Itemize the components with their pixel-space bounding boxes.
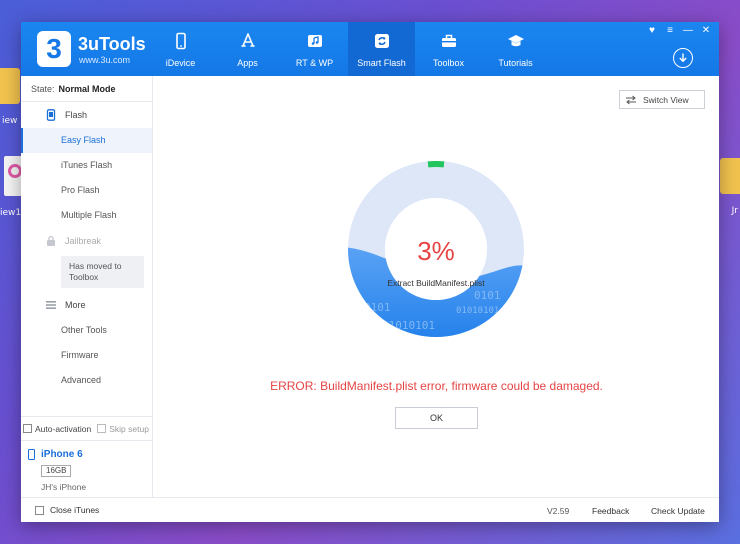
sidebar-item-other-tools[interactable]: Other Tools: [21, 318, 152, 343]
phone-icon: [46, 109, 56, 121]
phone-icon: [175, 32, 186, 50]
phone-icon: [28, 449, 35, 460]
download-icon: [679, 53, 687, 63]
sidebar-item-firmware[interactable]: Firmware: [21, 343, 152, 368]
folder-icon[interactable]: [720, 158, 740, 194]
close-itunes-option[interactable]: Close iTunes: [35, 505, 99, 515]
minimize-icon[interactable]: —: [681, 24, 695, 37]
sidebar-item-itunes-flash[interactable]: iTunes Flash: [21, 153, 152, 178]
music-icon: [307, 35, 322, 47]
logo-digit: 3: [46, 33, 62, 64]
nav-toolbox[interactable]: Toolbox: [415, 22, 482, 76]
sidebar: State: Normal Mode Flash Easy Flash iTune…: [21, 76, 153, 497]
device-panel: iPhone 6 16GB JH's iPhone: [21, 440, 153, 497]
device-capacity: 16GB: [41, 465, 72, 477]
toolbox-icon: [441, 34, 456, 47]
brand-name: 3uTools: [78, 34, 146, 54]
main-nav: iDevice Apps RT & WP Smart Flash Toolbox…: [147, 22, 549, 76]
bottom-bar: Close iTunes V2.59 Feedback Check Update: [21, 497, 719, 522]
nav-label: Smart Flash: [357, 58, 406, 68]
jailbreak-note: Has moved to Toolbox: [61, 256, 144, 288]
section-title: Flash: [65, 110, 88, 120]
state-value: Normal Mode: [58, 84, 116, 94]
ok-button[interactable]: OK: [395, 407, 478, 429]
binary-text: 01010101: [382, 319, 435, 332]
error-message: ERROR: BuildManifest.plist error, firmwa…: [270, 379, 603, 393]
state-label: State:: [31, 84, 55, 94]
lock-icon: [47, 235, 55, 246]
top-bar: 3 3uTools www.3u.com iDevice Apps RT & W…: [21, 22, 719, 76]
section-title: More: [65, 300, 86, 310]
nav-smart-flash[interactable]: Smart Flash: [348, 22, 415, 76]
close-itunes-checkbox[interactable]: [35, 505, 44, 515]
switch-icon: [626, 95, 636, 104]
progress-percent: 3%: [417, 236, 455, 266]
binary-text: 01010101: [456, 306, 499, 316]
desktop-label: Jr: [731, 206, 738, 216]
feedback-link[interactable]: Feedback: [592, 506, 629, 516]
desktop-left-icons: iew iew1: [0, 60, 22, 230]
version-label: V2.59: [547, 506, 570, 516]
sidebar-item-advanced[interactable]: Advanced: [21, 368, 152, 393]
sidebar-item-pro-flash[interactable]: Pro Flash: [21, 178, 152, 203]
nav-label: Tutorials: [498, 58, 533, 68]
auto-activation-checkbox[interactable]: [23, 424, 32, 433]
auto-activation-label: Auto-activation: [35, 423, 92, 434]
app-logo: 3: [37, 31, 71, 67]
folder-icon[interactable]: [0, 68, 20, 104]
binary-text: 0101: [364, 301, 391, 314]
window-controls: ♥ ≡ — ✕: [645, 24, 713, 37]
state-row: State: Normal Mode: [21, 76, 152, 102]
flash-icon: [374, 34, 389, 48]
switch-view-label: Switch View: [643, 94, 689, 105]
skip-setup-checkbox[interactable]: [97, 424, 107, 433]
brand-url: www.3u.com: [79, 55, 131, 65]
nav-rt-wp[interactable]: RT & WP: [281, 22, 348, 76]
device-owner: JH's iPhone: [41, 482, 87, 492]
close-itunes-label: Close iTunes: [50, 505, 100, 515]
nav-idevice[interactable]: iDevice: [147, 22, 214, 76]
itunes-icon[interactable]: [4, 156, 22, 196]
device-name-text: iPhone 6: [41, 449, 83, 460]
sidebar-item-multiple-flash[interactable]: Multiple Flash: [21, 203, 152, 228]
activation-row: Auto-activation Skip setup: [21, 416, 153, 440]
section-flash: Flash: [21, 102, 152, 128]
nav-label: Toolbox: [432, 58, 465, 68]
nav-label: RT & WP: [295, 58, 334, 68]
binary-text: 0101: [474, 289, 501, 302]
nav-label: Apps: [237, 58, 258, 68]
nav-label: iDevice: [165, 58, 196, 68]
more-icon: [46, 301, 56, 309]
desktop-label: iew: [2, 116, 18, 126]
section-jailbreak: Jailbreak: [21, 228, 152, 254]
status-text: Extract BuildManifest.plist: [387, 278, 485, 288]
graduation-cap-icon: [507, 35, 524, 47]
section-title: Jailbreak: [65, 236, 102, 246]
app-store-icon: [240, 33, 255, 47]
skip-setup-label: Skip setup: [109, 423, 149, 434]
device-name[interactable]: iPhone 6: [28, 449, 153, 460]
sidebar-item-easy-flash[interactable]: Easy Flash: [21, 128, 152, 153]
skin-icon[interactable]: ♥: [645, 24, 659, 37]
check-update-link[interactable]: Check Update: [651, 506, 705, 516]
download-button[interactable]: [673, 48, 693, 68]
menu-icon[interactable]: ≡: [663, 24, 677, 37]
nav-apps[interactable]: Apps: [214, 22, 281, 76]
skip-setup-option[interactable]: Skip setup: [97, 424, 149, 434]
main-content: Switch View 0101 01010101 01010101 0101: [154, 76, 719, 497]
desktop-label: iew1: [0, 208, 22, 218]
desktop-right-icons: Jr: [718, 158, 740, 268]
section-more: More: [21, 292, 152, 318]
nav-tutorials[interactable]: Tutorials: [482, 22, 549, 76]
switch-view-button[interactable]: Switch View: [619, 90, 705, 109]
close-icon[interactable]: ✕: [699, 24, 713, 37]
app-window: 3 3uTools www.3u.com iDevice Apps RT & W…: [21, 22, 719, 522]
